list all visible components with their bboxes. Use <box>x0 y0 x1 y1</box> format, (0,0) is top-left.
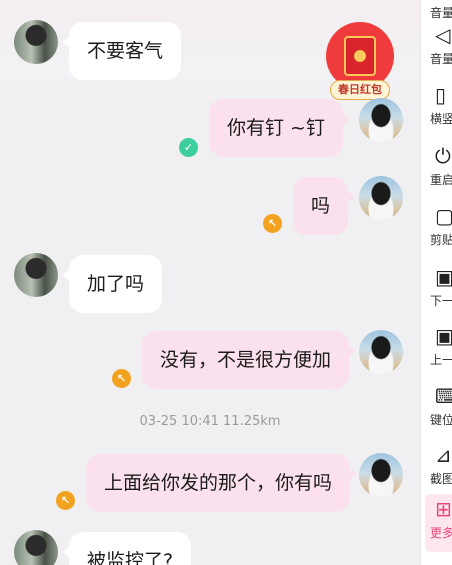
my-avatar[interactable] <box>359 330 403 374</box>
message-bubble[interactable]: 被监控了? <box>61 532 192 565</box>
keyboard-icon: ⌨ <box>435 385 452 407</box>
message-bubble[interactable]: 上面给你发的那个，你有吗 <box>86 454 358 512</box>
message-text: 不要客气 <box>87 40 164 62</box>
crop-icon: ⊿ <box>435 443 452 467</box>
grid-icon: ⊞ <box>435 497 452 521</box>
message-text: 加了吗 <box>87 273 145 295</box>
sidebar-item-previous[interactable]: ▣ 上一 <box>421 321 452 377</box>
contact-avatar[interactable] <box>14 20 58 64</box>
sidebar-item-volume-down[interactable]: ◁ 音量 <box>421 20 452 76</box>
unread-status-icon: ↖ <box>263 214 282 233</box>
message-bubble[interactable]: 没有，不是很方便加 <box>142 331 357 389</box>
previous-icon: ▣ <box>435 325 452 347</box>
sidebar-item-keymap[interactable]: ⌨ 键位 <box>421 381 452 437</box>
unread-status-icon: ↖ <box>112 369 131 388</box>
unread-status-icon: ↖ <box>56 491 75 510</box>
read-status-icon: ✓ <box>179 138 198 157</box>
power-icon: ⏻ <box>435 144 451 168</box>
sidebar-item-more[interactable]: ⊞ 更多 <box>425 494 452 552</box>
message-text: 你有钉 ~钉 <box>227 117 325 139</box>
tool-sidebar: ◁ 音量 ◁ 音量 ▯ 横竖 ⏻ 重启 ▢ 剪贴 ▣ 下一 ▣ 上一 ⌨ 键位 … <box>420 0 452 565</box>
red-packet-label: 春日红包 <box>330 80 390 100</box>
my-avatar[interactable] <box>359 176 403 220</box>
message-bubble[interactable]: 你有钉 ~钉 <box>209 99 350 157</box>
message-text: 被监控了? <box>87 550 174 565</box>
red-packet-button[interactable]: 春日红包 <box>326 22 394 102</box>
sidebar-item-restart[interactable]: ⏻ 重启 <box>421 141 452 197</box>
sidebar-item-screenshot[interactable]: ⊿ 截图 <box>421 440 452 496</box>
sidebar-item-clipboard[interactable]: ▢ 剪贴 <box>421 201 452 257</box>
message-bubble[interactable]: 吗 <box>293 177 356 235</box>
message-bubble[interactable]: 加了吗 <box>61 255 163 313</box>
chat-area[interactable]: 不要客气 春日红包 ✓ 你有钉 ~钉 ↖ 吗 加了吗 ↖ 没有，不是很方便加 0… <box>0 0 420 565</box>
message-text: 没有，不是很方便加 <box>160 349 332 371</box>
message-timestamp: 03-25 10:41 11.25km <box>139 414 281 429</box>
message-text: 吗 <box>311 195 331 217</box>
message-bubble[interactable]: 不要客气 <box>61 22 182 80</box>
sidebar-item-rotate[interactable]: ▯ 横竖 <box>421 80 452 136</box>
sidebar-item-next[interactable]: ▣ 下一 <box>421 262 452 318</box>
next-icon: ▣ <box>435 266 452 288</box>
clipboard-icon: ▢ <box>435 205 452 227</box>
my-avatar[interactable] <box>359 98 403 142</box>
contact-avatar[interactable] <box>14 253 58 297</box>
volume-down-icon: ◁ <box>435 23 451 47</box>
message-text: 上面给你发的那个，你有吗 <box>104 472 333 494</box>
my-avatar[interactable] <box>359 453 403 497</box>
contact-avatar[interactable] <box>14 530 58 565</box>
rotate-icon: ▯ <box>435 83 447 107</box>
